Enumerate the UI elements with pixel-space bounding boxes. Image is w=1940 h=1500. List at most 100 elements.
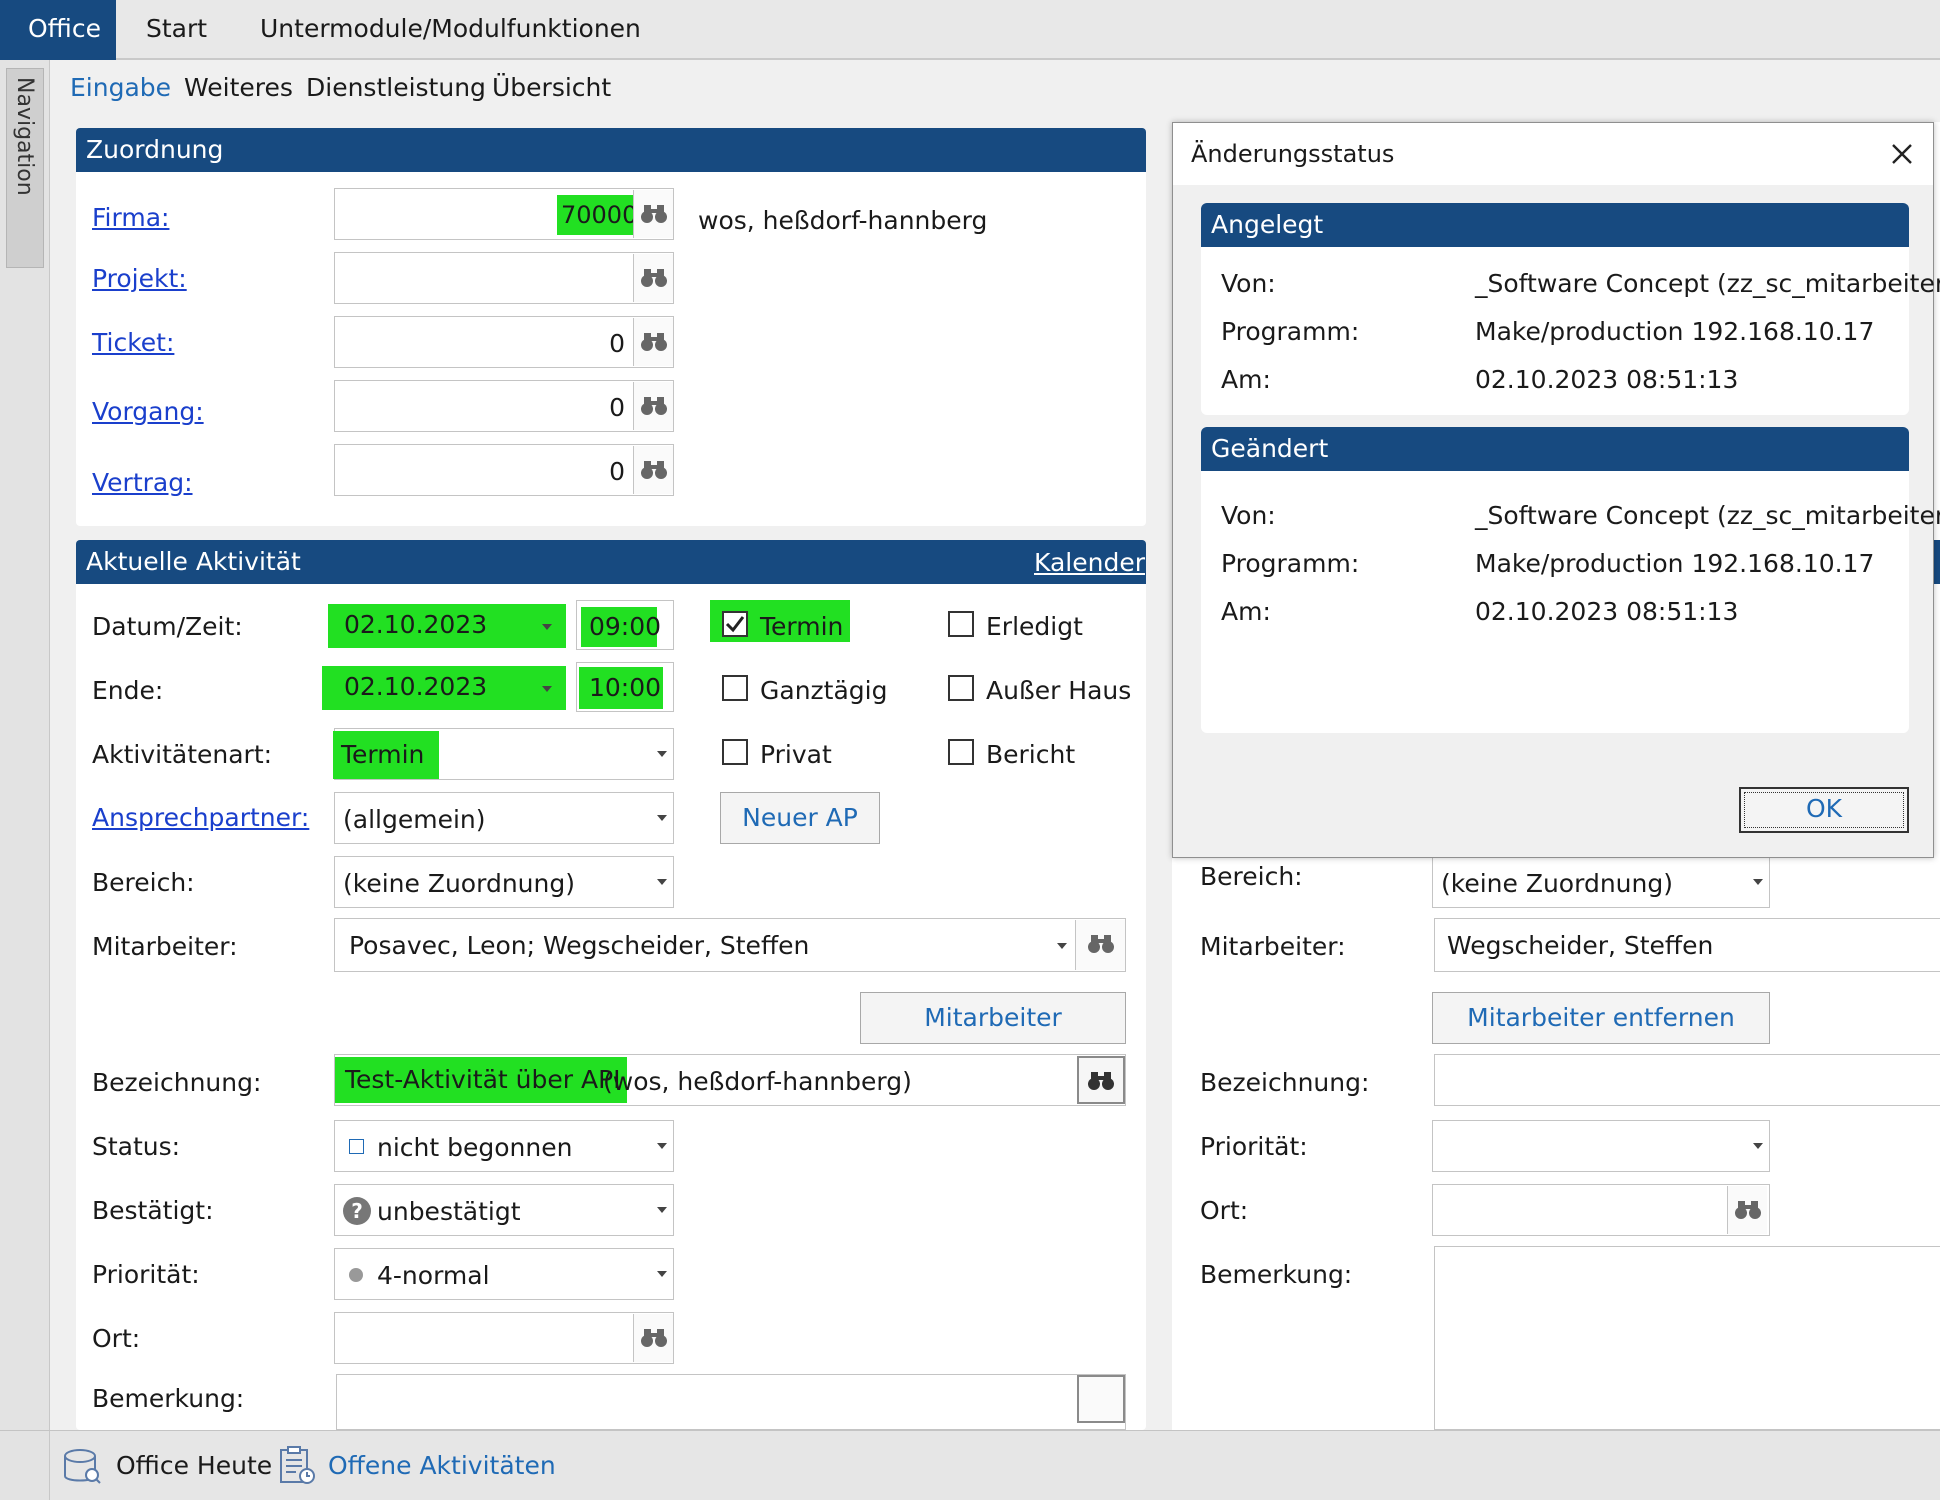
status-label: Status:	[92, 1132, 181, 1161]
right-bereich-value: (keine Zuordnung)	[1441, 869, 1673, 898]
binoculars-icon[interactable]	[1077, 1056, 1125, 1104]
right-bereich-select[interactable]: (keine Zuordnung)	[1432, 856, 1770, 908]
neuer-ap-button[interactable]: Neuer AP	[720, 792, 880, 844]
right-bezeichnung-field[interactable]	[1434, 1054, 1940, 1106]
right-prioritaet-label: Priorität:	[1200, 1132, 1308, 1161]
datum-label: Datum/Zeit:	[92, 612, 243, 641]
tab-weiteres[interactable]: Weiteres	[184, 70, 293, 106]
right-prioritaet-select[interactable]	[1432, 1120, 1770, 1172]
geaendert-header: Geändert	[1201, 427, 1909, 471]
zeit-field[interactable]: 09:00	[576, 600, 674, 650]
office-heute-tab[interactable]: Office Heute	[62, 1443, 272, 1489]
ticket-field[interactable]: 0	[334, 316, 674, 368]
mitarbeiter-select[interactable]: Posavec, Leon; Wegscheider, Steffen	[334, 918, 1126, 972]
vertrag-field[interactable]: 0	[334, 444, 674, 496]
chevron-down-icon[interactable]	[657, 1271, 667, 1277]
ansprechpartner-select[interactable]: (allgemein)	[334, 792, 674, 844]
zeit-value: 09:00	[581, 607, 661, 647]
chevron-down-icon[interactable]	[542, 624, 552, 630]
prioritaet-select[interactable]: 4-normal	[334, 1248, 674, 1300]
bezeichnung-label: Bezeichnung:	[92, 1068, 262, 1097]
bestaetigt-value: unbestätigt	[377, 1197, 521, 1226]
ausser-haus-checkbox[interactable]	[948, 675, 974, 701]
ticket-link[interactable]: Ticket:	[92, 328, 174, 357]
bericht-checkbox[interactable]	[948, 739, 974, 765]
angelegt-header: Angelegt	[1201, 203, 1909, 247]
bemerkung-field[interactable]	[336, 1374, 1126, 1430]
chevron-down-icon[interactable]	[1753, 879, 1763, 885]
chevron-down-icon[interactable]	[657, 815, 667, 821]
firma-link[interactable]: Firma:	[92, 203, 169, 232]
tab-eingabe[interactable]: Eingabe	[70, 70, 171, 106]
binoculars-icon[interactable]	[633, 254, 673, 302]
binoculars-icon[interactable]	[633, 318, 673, 366]
chevron-down-icon[interactable]	[657, 1143, 667, 1149]
vertrag-value: 0	[609, 457, 625, 486]
ok-button[interactable]: OK	[1739, 787, 1909, 833]
bemerkung-button[interactable]	[1077, 1375, 1125, 1423]
right-mitarbeiter-entfernen-button[interactable]: Mitarbeiter entfernen	[1432, 992, 1770, 1044]
chevron-down-icon[interactable]	[1753, 1143, 1763, 1149]
navigation-tab[interactable]: Navigation	[6, 68, 44, 268]
art-label: Aktivitätenart:	[92, 740, 273, 769]
privat-checkbox[interactable]	[722, 739, 748, 765]
projekt-link[interactable]: Projekt:	[92, 264, 187, 293]
status-select[interactable]: nicht begonnen	[334, 1120, 674, 1172]
close-icon[interactable]	[1885, 137, 1919, 171]
ort-field[interactable]	[334, 1312, 674, 1364]
binoculars-icon[interactable]	[633, 1314, 673, 1362]
binoculars-icon[interactable]	[1075, 920, 1125, 970]
erledigt-checkbox[interactable]	[948, 611, 974, 637]
binoculars-icon[interactable]	[633, 382, 673, 430]
clipboard-icon	[280, 1446, 315, 1484]
dot-icon	[349, 1268, 363, 1282]
chevron-down-icon[interactable]	[542, 686, 552, 692]
ganztaegig-checkbox[interactable]	[722, 675, 748, 701]
binoculars-icon[interactable]	[633, 190, 673, 238]
navigation-label: Navigation	[12, 77, 37, 196]
ende-zeit-field[interactable]: 10:00	[576, 662, 674, 712]
chevron-down-icon[interactable]	[657, 1207, 667, 1213]
mitarbeiter-entfernen-button[interactable]: Mitarbeiter entfernen	[860, 992, 1126, 1082]
bezeichnung-field[interactable]: Test-Aktivität über API (wos, heßdorf-ha…	[334, 1054, 1126, 1106]
dialog-body: Angelegt Von: _Software Concept (zz_sc_m…	[1191, 185, 1940, 797]
right-mitarbeiter-field[interactable]: Wegscheider, Steffen	[1434, 918, 1940, 972]
projekt-field[interactable]	[334, 252, 674, 304]
menu-office[interactable]: Office	[0, 0, 116, 60]
vorgang-link[interactable]: Vorgang:	[92, 397, 204, 426]
zuordnung-header: Zuordnung	[76, 128, 1146, 172]
chevron-down-icon[interactable]	[657, 751, 667, 757]
datum-value: 02.10.2023	[344, 610, 488, 639]
termin-checkbox[interactable]	[722, 611, 748, 637]
chevron-down-icon[interactable]	[1057, 943, 1067, 949]
binoculars-icon[interactable]	[633, 446, 673, 494]
chevron-down-icon[interactable]	[657, 879, 667, 885]
offene-aktivitaeten-tab[interactable]: Offene Aktivitäten	[274, 1443, 556, 1489]
vertrag-link[interactable]: Vertrag:	[92, 468, 193, 497]
tab-uebersicht[interactable]: Übersicht	[492, 70, 611, 106]
dialog-title: Änderungsstatus	[1173, 123, 1933, 185]
art-select[interactable]: Termin	[333, 728, 674, 780]
datum-field[interactable]: 02.10.2023	[328, 604, 566, 648]
vorgang-field[interactable]: 0	[334, 380, 674, 432]
right-ort-field[interactable]	[1432, 1184, 1770, 1236]
right-bereich-label: Bereich:	[1200, 862, 1303, 891]
aktivitaet-header: Aktuelle Aktivität	[76, 540, 1146, 584]
menu-start[interactable]: Start	[118, 0, 235, 60]
erledigt-label: Erledigt	[986, 612, 1083, 641]
bezeichnung-highlight: Test-Aktivität über API	[335, 1057, 627, 1103]
kalender-link[interactable]: Kalender	[1034, 548, 1145, 577]
geaendert-card: Geändert Von: _Software Concept (zz_sc_m…	[1201, 427, 1940, 733]
firma-field[interactable]: 70000	[334, 188, 674, 240]
bereich-select[interactable]: (keine Zuordnung)	[334, 856, 674, 908]
bereich-label: Bereich:	[92, 868, 195, 897]
menu-untermodule[interactable]: Untermodule/Modulfunktionen	[232, 0, 669, 60]
ende-datum-field[interactable]: 02.10.2023	[322, 666, 566, 710]
right-bemerkung-field[interactable]	[1434, 1246, 1940, 1430]
ausser-haus-label: Außer Haus	[986, 676, 1132, 705]
binoculars-icon[interactable]	[1727, 1186, 1767, 1234]
ansprechpartner-link[interactable]: Ansprechpartner:	[92, 803, 309, 832]
firma-value: 70000	[557, 195, 642, 235]
tab-dienstleistung[interactable]: Dienstleistung	[306, 70, 486, 106]
bestaetigt-select[interactable]: ? unbestätigt	[334, 1184, 674, 1236]
